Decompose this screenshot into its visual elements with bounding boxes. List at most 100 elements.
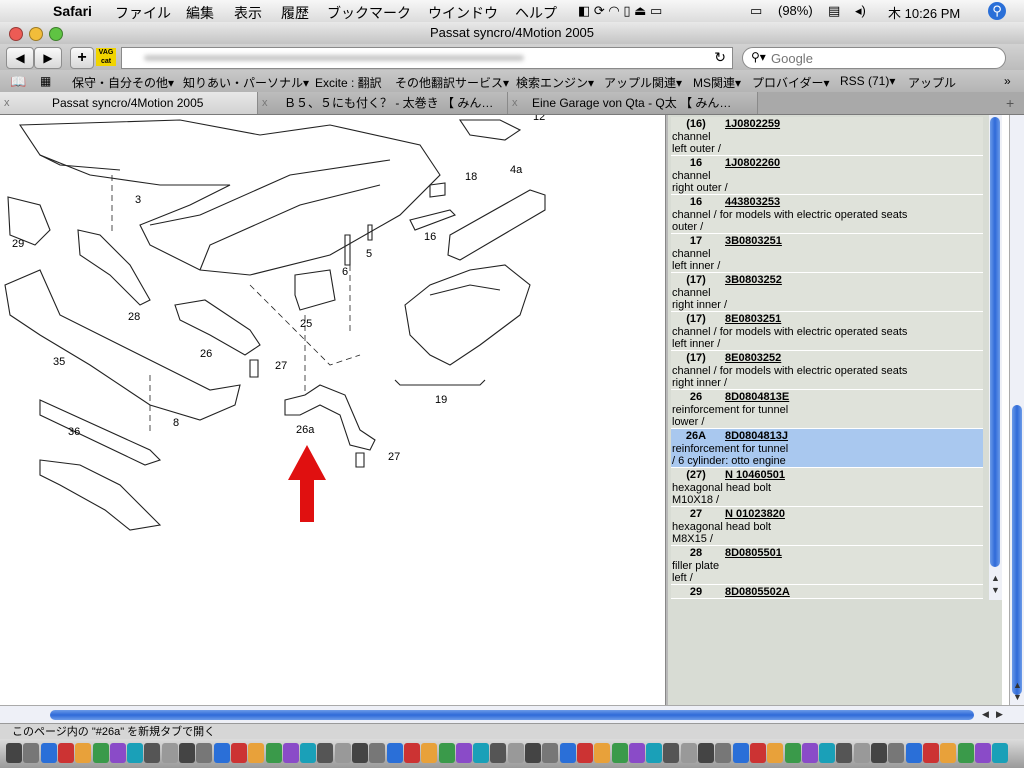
parts-row[interactable]: (17) 8E0803252 channel / for models with e… xyxy=(671,351,983,390)
part-number-link[interactable]: 3B0803251 xyxy=(725,235,782,247)
book-icon[interactable]: 📖 xyxy=(10,74,26,90)
part-number-link[interactable]: 8E0803252 xyxy=(725,352,781,364)
dock-app-icon[interactable] xyxy=(767,743,784,763)
menu-edit[interactable]: 編集 xyxy=(186,3,214,23)
grid-icon[interactable]: ▦ xyxy=(40,74,51,88)
dock-app-icon[interactable] xyxy=(317,743,334,763)
dock-app-icon[interactable] xyxy=(836,743,853,763)
dock-app-icon[interactable] xyxy=(352,743,368,763)
bookmark-item[interactable]: Excite : 翻訳 xyxy=(315,74,382,91)
tab-minkara-2[interactable]: x Eine Garage von Qta - Q太 【 みん… xyxy=(508,92,758,114)
menu-help[interactable]: ヘルプ xyxy=(515,3,557,23)
dock-app-icon[interactable] xyxy=(611,743,628,763)
bookmark-item[interactable]: アップル関連▾ xyxy=(604,74,682,91)
part-number-link[interactable]: 8E0803251 xyxy=(725,313,781,325)
dock-app-icon[interactable] xyxy=(92,743,109,763)
part-number-link[interactable]: 3B0803252 xyxy=(725,274,782,286)
dock-app-icon[interactable] xyxy=(248,743,265,763)
scroll-right-arrow[interactable]: ▶ xyxy=(996,709,1003,720)
dock-app-icon[interactable] xyxy=(732,743,749,763)
dock-app-icon[interactable] xyxy=(628,743,645,763)
vag-cat-icon[interactable]: VAG cat xyxy=(96,48,116,66)
menu-history[interactable]: 履歴 xyxy=(281,3,309,23)
parts-row[interactable]: 28 8D0805501 filler plate left / xyxy=(671,546,983,585)
dock-app-icon[interactable] xyxy=(559,743,576,763)
bookmark-item[interactable]: RSS (71)▾ xyxy=(840,74,895,88)
dock-app-icon[interactable] xyxy=(871,743,887,763)
tab-close-icon[interactable]: x xyxy=(512,92,518,114)
dock-app-icon[interactable] xyxy=(161,743,178,763)
parts-row[interactable]: 27 N 01023820 hexagonal head bolt M8X15 / xyxy=(671,507,983,546)
page-scrollbar[interactable]: ▲ ▼ xyxy=(1009,115,1024,705)
dock-app-icon[interactable] xyxy=(905,743,922,763)
bookmark-item[interactable]: 保守・自分その他▾ xyxy=(72,74,174,91)
part-number-link[interactable]: N 10460501 xyxy=(725,469,785,481)
volume-icon[interactable]: ◂) xyxy=(855,3,866,19)
dock-app-icon[interactable] xyxy=(455,743,472,763)
dock-app-icon[interactable] xyxy=(680,743,697,763)
dock-app-icon[interactable] xyxy=(179,743,195,763)
dock-app-icon[interactable] xyxy=(922,743,939,763)
dock-app-icon[interactable] xyxy=(57,743,74,763)
dock-app-icon[interactable] xyxy=(265,743,282,763)
search-input[interactable] xyxy=(769,50,993,67)
dock-app-icon[interactable] xyxy=(403,743,420,763)
dock-app-icon[interactable] xyxy=(784,743,801,763)
dock-app-icon[interactable] xyxy=(594,743,611,763)
scroll-up-arrow[interactable]: ▲ xyxy=(1013,680,1022,690)
dock-app-icon[interactable] xyxy=(992,743,1009,763)
tab-close-icon[interactable]: x xyxy=(262,92,268,114)
part-number-link[interactable]: 8D0805501 xyxy=(725,547,782,559)
dock-app-icon[interactable] xyxy=(6,743,22,763)
status-icons[interactable]: ◧ ⟳ ◠ ▯ ⏏ ▭ xyxy=(578,3,662,19)
bookmark-item[interactable]: 検索エンジン▾ xyxy=(516,74,594,91)
dock-app-icon[interactable] xyxy=(196,743,213,763)
dock-app-icon[interactable] xyxy=(749,743,766,763)
new-tab-icon[interactable]: + xyxy=(1006,95,1014,111)
dock-app-icon[interactable] xyxy=(75,743,92,763)
scroll-down-arrow[interactable]: ▼ xyxy=(1013,692,1022,702)
scroll-up-arrow[interactable]: ▲ xyxy=(991,573,1000,583)
dock-app-icon[interactable] xyxy=(542,743,559,763)
tab-close-icon[interactable]: x xyxy=(4,92,10,114)
part-number-link[interactable]: N 01023820 xyxy=(725,508,785,520)
parts-list-scroll-thumb[interactable] xyxy=(990,117,1000,567)
dock-app-icon[interactable] xyxy=(369,743,386,763)
dock-app-icon[interactable] xyxy=(940,743,957,763)
reload-icon[interactable]: ↻ xyxy=(714,49,726,66)
dock-app-icon[interactable] xyxy=(282,743,299,763)
parts-row[interactable]: 29 8D0805502A xyxy=(671,585,983,599)
parts-diagram[interactable]: 3 29 28 26 25 6 5 16 18 4a 35 27 8 36 26… xyxy=(0,115,665,705)
part-number-link[interactable]: 1J0802260 xyxy=(725,157,780,169)
dock-app-icon[interactable] xyxy=(23,743,40,763)
parts-row[interactable]: 26 8D0804813E reinforcement for tunnel lowe… xyxy=(671,390,983,429)
dock-app-icon[interactable] xyxy=(213,743,230,763)
scroll-down-arrow[interactable]: ▼ xyxy=(991,585,1000,595)
forward-button[interactable]: ▶ xyxy=(34,47,62,69)
menu-view[interactable]: 表示 xyxy=(234,3,262,23)
parts-row[interactable]: 17 3B0803251 channel left inner / xyxy=(671,234,983,273)
dock-app-icon[interactable] xyxy=(646,743,663,763)
parts-row[interactable]: 26A 8D0804813J reinforcement for tunnel/ 6… xyxy=(671,429,983,468)
part-number-link[interactable]: 8D0805502A xyxy=(725,586,790,598)
dock-app-icon[interactable] xyxy=(957,743,974,763)
horizontal-scrollbar[interactable]: ◀ ▶ xyxy=(0,705,1024,724)
search-box[interactable]: ⚲▾ xyxy=(742,47,1006,69)
address-bar[interactable]: ↻ xyxy=(121,47,733,69)
dock-app-icon[interactable] xyxy=(819,743,836,763)
dock-app-icon[interactable] xyxy=(40,743,57,763)
dock-app-icon[interactable] xyxy=(334,743,351,763)
bookmarks-overflow-icon[interactable]: » xyxy=(1004,74,1011,88)
flag-icon[interactable]: ▤ xyxy=(828,3,840,19)
back-button[interactable]: ◀ xyxy=(6,47,34,69)
dock-app-icon[interactable] xyxy=(801,743,818,763)
scroll-left-arrow[interactable]: ◀ xyxy=(982,709,989,720)
dock-app-icon[interactable] xyxy=(438,743,455,763)
parts-row[interactable]: 16 1J0802260 channel right outer / xyxy=(671,156,983,195)
dock-app-icon[interactable] xyxy=(853,743,870,763)
parts-row[interactable]: (17) 8E0803251 channel / for models with e… xyxy=(671,312,983,351)
tab-minkara-1[interactable]: x Ｂ５、５にも付く？ - 太巻き 【 みん… xyxy=(258,92,508,114)
tab-passat[interactable]: x Passat syncro/4Motion 2005 xyxy=(0,92,258,114)
menu-window[interactable]: ウインドウ xyxy=(428,3,498,23)
dock-app-icon[interactable] xyxy=(663,743,680,763)
